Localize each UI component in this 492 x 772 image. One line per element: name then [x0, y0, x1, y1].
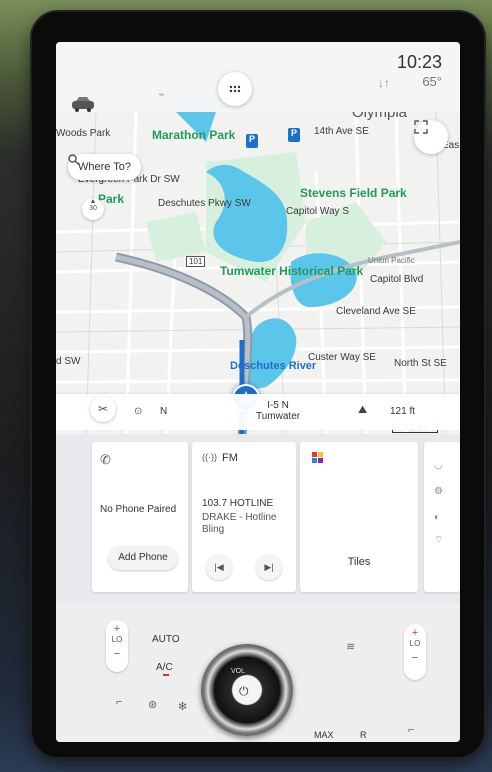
- search-icon: [68, 154, 79, 165]
- radio-station: 103.7 HOTLINE: [202, 498, 274, 509]
- app-grid-icon: [229, 85, 241, 93]
- passenger-temp-control[interactable]: + LO −: [404, 624, 426, 680]
- shortcut-icon: ◡: [434, 460, 443, 471]
- ac-button[interactable]: A/C: [156, 662, 173, 673]
- navigation-map[interactable]: Olympia Woods Park Marathon Park P P 14t…: [56, 112, 460, 442]
- defrost-icon[interactable]: ≋: [346, 640, 355, 653]
- data-transfer-icon: ↓↑: [378, 76, 390, 90]
- radio-band: FM: [222, 452, 238, 464]
- settings-icon: ⚙: [434, 486, 443, 497]
- phone-status: No Phone Paired: [100, 504, 177, 515]
- driver-temp-up[interactable]: +: [106, 623, 128, 635]
- skip-back-icon: |◀: [214, 562, 224, 572]
- side-shortcut-card[interactable]: ◡ ⚙ ◐ ⌔: [424, 442, 460, 592]
- map-label-tumwater-historical-park: Tumwater Historical Park: [220, 264, 364, 278]
- map-label-deschutes-river: Deschutes River: [230, 360, 317, 372]
- signal-icon: ⌁: [158, 89, 165, 101]
- skip-forward-icon: ▶|: [264, 562, 274, 572]
- passenger-temp-up[interactable]: +: [404, 627, 426, 639]
- map-label-14th-ave: 14th Ave SE: [314, 126, 369, 137]
- passenger-temp-value: LO: [409, 639, 421, 648]
- road-city: Tumwater: [256, 411, 301, 422]
- map-label-union-pacific: Union Pacific: [368, 256, 415, 265]
- parking-icon[interactable]: P: [288, 128, 300, 142]
- volume-label: VOL: [231, 668, 246, 675]
- map-label-custer-way: Custer Way SE: [308, 352, 376, 363]
- phone-card[interactable]: ✆ No Phone Paired Add Phone: [92, 442, 188, 592]
- infotainment-screen: ⌁ ↓↑ 10:23 65° Olympia Woods Park Marath…: [56, 42, 460, 742]
- previous-track-button[interactable]: |◀: [206, 554, 232, 580]
- ac-indicator: [163, 674, 169, 676]
- passenger-seat-icon[interactable]: ⌐: [408, 724, 414, 736]
- climate-bar: + LO − AUTO A/C VOL ⏻ ≋ + LO − ⌐ ⊛ ✻ MAX…: [56, 604, 460, 742]
- brightness-icon: ◐: [434, 512, 441, 523]
- add-phone-button[interactable]: Add Phone: [108, 546, 178, 570]
- next-track-button[interactable]: ▶|: [256, 554, 282, 580]
- elevation-value: 121 ft: [390, 406, 416, 417]
- map-label-marathon-park: Marathon Park: [152, 128, 236, 142]
- expand-map-button[interactable]: [414, 120, 448, 154]
- auto-climate-button[interactable]: AUTO: [152, 634, 180, 645]
- map-label-stevens-field-park: Stevens Field Park: [300, 186, 407, 200]
- map-label-capitol-blvd: Capitol Blvd: [370, 274, 424, 285]
- expand-icon: [414, 120, 428, 134]
- seat-heat-icon[interactable]: ⌐: [116, 696, 122, 708]
- map-label-woods-park: Woods Park: [56, 128, 111, 139]
- clock: 10:23: [396, 52, 442, 72]
- outside-temperature: 65°: [422, 74, 442, 89]
- app-grid-button[interactable]: [218, 72, 252, 106]
- max-defrost-button[interactable]: MAX: [314, 730, 334, 740]
- map-label-city: Olympia: [352, 112, 408, 121]
- steering-heat-icon[interactable]: ⊛: [148, 698, 157, 711]
- fan-icon[interactable]: ✻: [178, 700, 187, 713]
- tiles-label: Tiles: [347, 556, 371, 568]
- tiles-logo-icon: [312, 452, 323, 463]
- phone-icon: ✆: [100, 452, 111, 467]
- driver-temp-control[interactable]: + LO −: [106, 620, 128, 672]
- map-label-cleveland-ave: Cleveland Ave SE: [336, 306, 416, 317]
- volume-knob[interactable]: VOL ⏻: [201, 644, 293, 736]
- search-label: Where To?: [78, 161, 131, 173]
- map-tools-button[interactable]: ✂: [90, 396, 116, 422]
- radio-album: Bling: [202, 524, 225, 535]
- map-label-capitol-way: Capitol Way S: [286, 206, 349, 217]
- radio-icon: ((·)): [202, 452, 217, 462]
- tools-icon: ✂: [97, 402, 109, 416]
- wifi-icon: ⌔: [434, 535, 444, 546]
- route-shield-101: 101: [186, 256, 206, 267]
- speed-limit-value: 30: [89, 205, 97, 212]
- widget-cards: ✆ No Phone Paired Add Phone ((·)) FM 103…: [56, 434, 460, 604]
- where-to-search[interactable]: Where To?: [68, 154, 141, 180]
- driver-temp-value: LO: [111, 635, 123, 644]
- compass-icon: ⊙: [134, 406, 143, 417]
- status-bar: ⌁ ↓↑ 10:23 65°: [56, 42, 460, 112]
- parking-icon[interactable]: P: [246, 134, 258, 148]
- power-icon: ⏻: [239, 684, 249, 698]
- speed-limit-indicator[interactable]: ▲ 30: [82, 198, 104, 220]
- recirculation-button[interactable]: R: [360, 730, 367, 740]
- driver-temp-down[interactable]: −: [106, 648, 128, 660]
- elevation-icon: ⛰: [358, 404, 368, 416]
- map-label-sw: d SW: [56, 356, 81, 367]
- current-road: I-5 N Tumwater: [256, 400, 300, 422]
- radio-song: DRAKE - Hotline: [202, 512, 277, 523]
- road-name: I-5 N: [267, 400, 289, 411]
- vehicle-icon[interactable]: [70, 96, 96, 112]
- map-label-deschutes-pkwy: Deschutes Pkwy SW: [158, 198, 251, 209]
- radio-card[interactable]: ((·)) FM 103.7 HOTLINE DRAKE - Hotline B…: [192, 442, 296, 592]
- passenger-temp-down[interactable]: −: [404, 652, 426, 664]
- tiles-card[interactable]: Tiles: [300, 442, 418, 592]
- map-label-north-st: North St SE: [394, 358, 447, 369]
- heading-direction: N: [160, 406, 168, 417]
